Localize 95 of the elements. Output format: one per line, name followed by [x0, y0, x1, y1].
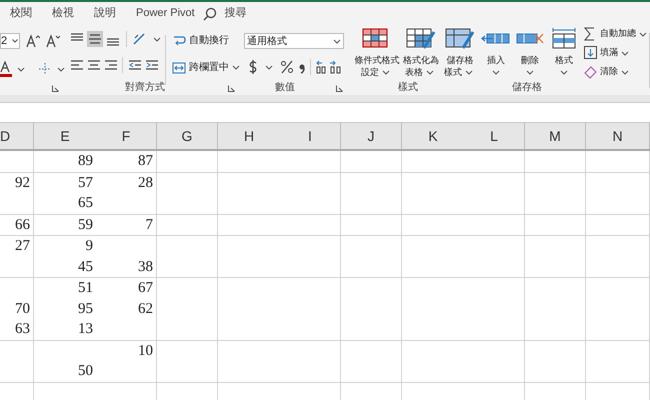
column-header[interactable]: G — [157, 123, 217, 149]
align-icon — [69, 58, 83, 72]
cell-value: 95 — [78, 300, 93, 317]
cell-value: 65 — [78, 195, 93, 212]
cell-styles-button[interactable]: 儲存格 樣式 — [442, 28, 478, 78]
align-icon — [86, 58, 100, 72]
cell-value: 92 — [15, 174, 30, 191]
cell-value: 50 — [78, 363, 93, 380]
align-icon — [103, 58, 117, 72]
grow-font-icon — [26, 34, 40, 48]
percent-icon — [280, 60, 294, 74]
caret-icon — [57, 66, 65, 72]
column-header[interactable]: J — [341, 123, 401, 149]
shrink-font-icon — [46, 34, 60, 48]
caret-icon — [382, 70, 390, 74]
caret-icon — [17, 66, 25, 72]
cell-value: 27 — [15, 238, 30, 254]
cells-group-label: 儲存格 — [512, 80, 542, 95]
cell-value: 51 — [78, 280, 93, 296]
caret-icon — [12, 39, 18, 43]
caret-icon — [639, 32, 647, 36]
cell-value: 7 — [146, 216, 153, 233]
cell-value: 28 — [138, 174, 153, 191]
number-format-field[interactable]: 通用格式 — [244, 33, 344, 49]
cell-value: 87 — [138, 153, 153, 170]
merge-center-button[interactable]: 跨欄置中 — [172, 60, 229, 75]
column-header[interactable]: H — [218, 123, 280, 149]
eraser-icon — [584, 65, 597, 79]
conditional-format-button[interactable]: 條件式格式 設定 — [354, 28, 400, 78]
cell-value: 62 — [138, 300, 153, 317]
cell-value: 63 — [15, 321, 30, 338]
caret-icon — [333, 38, 341, 44]
column-header[interactable]: K — [402, 123, 464, 149]
ribbon-tab[interactable]: 校閱 — [10, 5, 32, 22]
cell-value: 89 — [78, 153, 93, 170]
number-group-label: 數值 — [275, 81, 295, 95]
outdent-icon — [128, 58, 142, 72]
cell-value: 66 — [15, 216, 30, 233]
indent-icon — [145, 58, 159, 72]
caret-icon — [265, 64, 273, 70]
column-header[interactable]: I — [280, 123, 340, 149]
caret-icon — [153, 36, 161, 42]
grid-icon — [445, 28, 475, 49]
clear-button[interactable]: 清除 — [584, 64, 629, 80]
ribbon-tab[interactable]: 檢視 — [52, 5, 74, 22]
caret-icon — [232, 65, 240, 70]
border-icon — [38, 62, 52, 76]
cell-value: 9 — [86, 238, 93, 254]
column-header[interactable]: E — [34, 123, 96, 149]
format-table-button[interactable]: 格式化為 表格 — [402, 28, 440, 78]
font-size-field[interactable]: 2 — [0, 33, 20, 49]
wrap-text-button[interactable]: 自動換行 — [172, 33, 242, 48]
caret-icon — [426, 70, 434, 74]
delete-button[interactable]: 刪除 — [514, 28, 546, 75]
ribbon-tab[interactable]: Power Pivot — [136, 5, 195, 22]
insert-button[interactable]: 插入 — [480, 28, 512, 75]
dialog-launcher-icon — [228, 85, 235, 92]
search-box[interactable]: 搜尋 — [224, 5, 247, 22]
caret-icon — [526, 70, 534, 75]
decimal-icon — [315, 60, 343, 74]
styles-group-label: 樣式 — [398, 80, 418, 95]
merge-icon — [172, 60, 186, 74]
column-header[interactable]: L — [464, 123, 524, 149]
caret-icon — [621, 70, 629, 74]
autosum-button[interactable]: 自動加總 — [584, 26, 647, 42]
caret-icon — [560, 70, 568, 75]
cell-value: 59 — [78, 216, 93, 233]
font-color-icon — [0, 61, 12, 77]
align-button[interactable] — [87, 31, 103, 47]
cell-value: 45 — [78, 258, 93, 275]
cell-value: 38 — [138, 258, 153, 275]
grid-icon — [406, 28, 436, 49]
wrap-icon — [172, 34, 186, 48]
cell-value: 10 — [138, 342, 153, 359]
column-header[interactable]: M — [525, 123, 585, 149]
format-button[interactable]: 格式 — [548, 28, 580, 75]
ribbon-tab[interactable]: 說明 — [94, 5, 116, 22]
dialog-launcher-icon — [336, 85, 343, 92]
caret-icon — [465, 70, 473, 74]
sigma-icon — [584, 27, 597, 41]
fill-button[interactable]: 填滿 — [584, 45, 629, 61]
alignment-group-label: 對齊方式 — [125, 80, 165, 95]
cell-value: 67 — [138, 280, 153, 296]
column-header[interactable]: D — [0, 123, 33, 149]
cell-value: 57 — [78, 174, 93, 191]
cell-value: 70 — [15, 300, 30, 317]
caret-icon — [492, 70, 500, 75]
caret-icon — [621, 50, 629, 56]
fill-down-icon — [584, 46, 597, 60]
dialog-launcher-icon — [52, 85, 59, 92]
currency-icon — [248, 59, 258, 75]
column-header[interactable]: N — [586, 123, 649, 149]
search-icon — [202, 6, 217, 20]
column-header[interactable]: F — [96, 123, 156, 149]
cell-value: 13 — [78, 321, 93, 338]
